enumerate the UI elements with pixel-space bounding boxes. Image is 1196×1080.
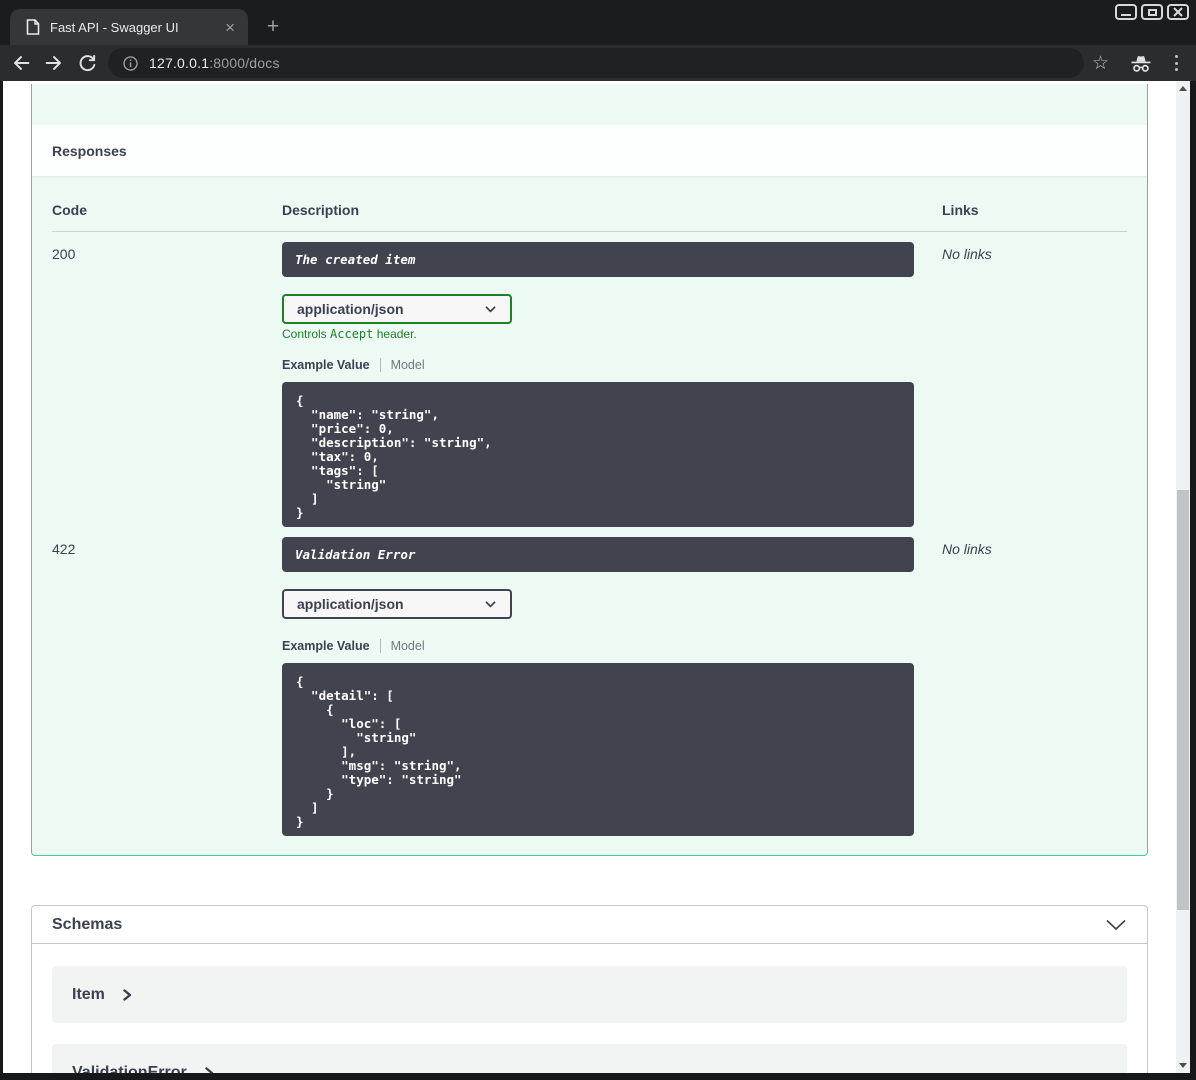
chevron-down-icon bbox=[485, 305, 496, 312]
scrollbar-down-icon[interactable] bbox=[1179, 1063, 1187, 1068]
titlebar: Fast API - Swagger UI × + bbox=[0, 0, 1196, 45]
browser-window: Fast API - Swagger UI × + 127.0.0.1:8000… bbox=[0, 0, 1196, 1080]
chevron-right-icon bbox=[123, 988, 132, 1001]
tab-example-value[interactable]: Example Value bbox=[282, 358, 381, 372]
schemas-title: Schemas bbox=[52, 915, 123, 933]
media-type-value: application/json bbox=[297, 596, 404, 612]
reload-button[interactable] bbox=[75, 51, 99, 75]
response-links: No links bbox=[942, 541, 992, 557]
scrollbar[interactable] bbox=[1176, 81, 1190, 1073]
model-item[interactable]: Item bbox=[52, 966, 1127, 1023]
tab-title: Fast API - Swagger UI bbox=[50, 19, 179, 35]
scrollbar-thumb[interactable] bbox=[1177, 490, 1189, 910]
tab-model[interactable]: Model bbox=[381, 358, 425, 372]
chevron-down-icon bbox=[1106, 919, 1126, 930]
menu-kebab-icon[interactable] bbox=[1175, 54, 1178, 73]
example-tabs: Example Value Model bbox=[282, 639, 942, 653]
example-json-block[interactable]: { "name": "string", "price": 0, "descrip… bbox=[282, 382, 914, 527]
url-text: 127.0.0.1:8000/docs bbox=[149, 55, 280, 71]
response-row-422: 422 Validation Error application/json Ex… bbox=[52, 527, 1127, 853]
toolbar: 127.0.0.1:8000/docs ☆ bbox=[0, 45, 1196, 81]
page-favicon-icon bbox=[26, 19, 40, 35]
response-code: 422 bbox=[52, 541, 76, 557]
close-button[interactable] bbox=[1167, 4, 1189, 20]
response-description-box: The created item bbox=[282, 242, 914, 277]
window-controls bbox=[1111, 4, 1189, 20]
scrollbar-up-icon[interactable] bbox=[1179, 86, 1187, 91]
incognito-icon bbox=[1129, 52, 1153, 74]
col-header-code: Code bbox=[52, 202, 87, 218]
tab-model[interactable]: Model bbox=[381, 639, 425, 653]
toolbar-right: ☆ bbox=[1092, 45, 1186, 81]
response-description-text: The created item bbox=[295, 252, 416, 267]
accept-header-note: Controls Accept header. bbox=[282, 327, 417, 341]
bookmark-star-icon[interactable]: ☆ bbox=[1092, 52, 1109, 75]
response-description-cell: Validation Error application/json Exampl… bbox=[282, 537, 942, 853]
page-viewport: Responses Code Description Links 200 The… bbox=[3, 81, 1190, 1073]
model-title: ValidationError bbox=[72, 1063, 187, 1074]
model-validationerror[interactable]: ValidationError bbox=[52, 1044, 1127, 1073]
chevron-right-icon bbox=[205, 1066, 213, 1073]
media-type-value: application/json bbox=[297, 301, 404, 317]
responses-section-header: Responses bbox=[32, 125, 1147, 176]
tab-example-value[interactable]: Example Value bbox=[282, 639, 381, 653]
forward-button[interactable] bbox=[42, 51, 66, 75]
example-json-block[interactable]: { "detail": [ { "loc": [ "string" ], "ms… bbox=[282, 663, 914, 836]
model-title: Item bbox=[72, 985, 105, 1003]
chevron-down-icon bbox=[485, 600, 496, 607]
back-button[interactable] bbox=[9, 51, 33, 75]
response-description-box: Validation Error bbox=[282, 537, 914, 572]
site-info-icon[interactable] bbox=[122, 55, 139, 72]
schemas-body: Item ValidationError bbox=[32, 944, 1147, 1073]
address-bar[interactable]: 127.0.0.1:8000/docs bbox=[108, 48, 1084, 78]
minimize-button[interactable] bbox=[1115, 4, 1137, 20]
response-links: No links bbox=[942, 246, 992, 262]
response-description-cell: The created item application/json Contro… bbox=[282, 242, 942, 527]
response-row-200: 200 The created item application/json Co… bbox=[52, 232, 1127, 527]
reload-icon bbox=[79, 54, 95, 71]
responses-title: Responses bbox=[52, 142, 127, 159]
forward-icon bbox=[45, 56, 61, 70]
media-type-select[interactable]: application/json bbox=[282, 589, 512, 619]
schemas-section: Schemas Item ValidationError bbox=[31, 905, 1148, 1073]
url-host: 127.0.0.1 bbox=[149, 55, 210, 71]
new-tab-button[interactable]: + bbox=[260, 14, 286, 40]
tab-close-icon[interactable]: × bbox=[222, 19, 238, 36]
responses-table: Code Description Links 200 The created i… bbox=[32, 176, 1147, 853]
minimize-icon bbox=[1121, 13, 1131, 16]
browser-tab[interactable]: Fast API - Swagger UI × bbox=[10, 9, 248, 45]
col-header-description: Description bbox=[282, 202, 360, 218]
response-description-text: Validation Error bbox=[295, 547, 416, 562]
col-header-links: Links bbox=[942, 202, 979, 218]
back-icon bbox=[14, 56, 30, 70]
schemas-header[interactable]: Schemas bbox=[32, 906, 1147, 944]
responses-table-header: Code Description Links bbox=[52, 176, 1127, 232]
response-code: 200 bbox=[52, 246, 76, 262]
maximize-icon bbox=[1147, 8, 1157, 16]
operation-block: Responses Code Description Links 200 The… bbox=[31, 84, 1148, 856]
example-tabs: Example Value Model bbox=[282, 358, 942, 372]
close-icon bbox=[1173, 7, 1183, 17]
media-type-select[interactable]: application/json bbox=[282, 294, 512, 324]
url-path: :8000/docs bbox=[209, 55, 280, 71]
maximize-button[interactable] bbox=[1141, 4, 1163, 20]
